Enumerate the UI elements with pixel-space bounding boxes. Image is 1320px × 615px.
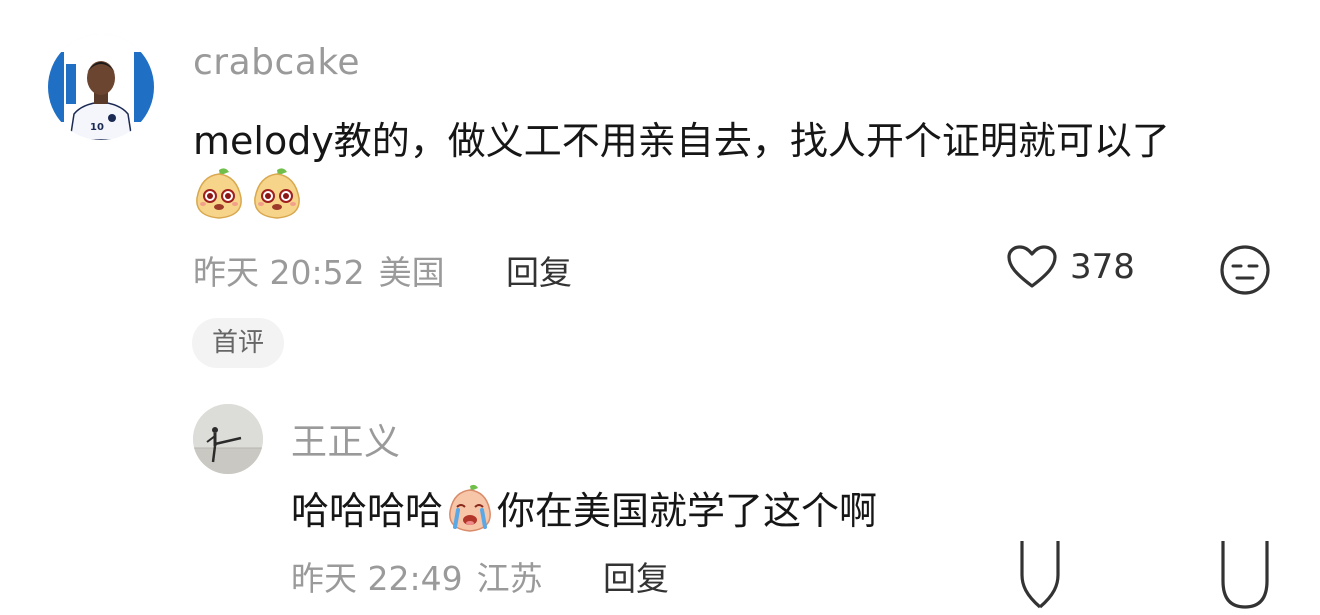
like-count: 378 bbox=[1070, 247, 1135, 287]
heart-icon bbox=[1007, 245, 1057, 288]
reply-button[interactable]: 回复 bbox=[506, 246, 572, 294]
reply-text: 哈哈哈哈 你在美国就学了这个啊 bbox=[291, 480, 877, 535]
pear-mascot-icon bbox=[251, 166, 303, 220]
first-comment-badge: 首评 bbox=[192, 318, 285, 368]
reply-location: 江苏 bbox=[476, 559, 543, 598]
reply-username[interactable]: 王正义 bbox=[291, 413, 401, 465]
reply-text-before: 哈哈哈哈 bbox=[291, 489, 444, 533]
dislike-button[interactable] bbox=[1219, 244, 1271, 296]
unamused-face-icon bbox=[1220, 245, 1270, 295]
pear-mascot-icon bbox=[193, 166, 245, 220]
comment-time: 昨天 20:52 bbox=[193, 253, 365, 292]
crying-pear-icon bbox=[445, 483, 495, 533]
reply-meta: 昨天 22:49 江苏 bbox=[291, 552, 543, 600]
comment-meta: 昨天 20:52 美国 bbox=[193, 246, 445, 294]
unamused-face-icon-clipped[interactable] bbox=[1220, 541, 1270, 611]
reply-text-after: 你在美国就学了这个啊 bbox=[497, 489, 878, 533]
comment-text: melody教的，做义工不用亲自去，找人开个证明就可以了 bbox=[193, 119, 1170, 163]
heart-icon-clipped[interactable] bbox=[1020, 541, 1060, 611]
username[interactable]: crabcake bbox=[193, 42, 360, 83]
emoji-row bbox=[193, 166, 303, 220]
reply-time: 昨天 22:49 bbox=[291, 559, 463, 598]
avatar-wangzhengyi[interactable] bbox=[193, 404, 263, 474]
avatar-crabcake[interactable]: 10 bbox=[48, 34, 154, 140]
comment-location: 美国 bbox=[378, 253, 445, 292]
reply-reply-button[interactable]: 回复 bbox=[603, 552, 669, 600]
like-button[interactable]: 378 bbox=[1006, 244, 1135, 290]
svg-text:10: 10 bbox=[90, 122, 104, 133]
